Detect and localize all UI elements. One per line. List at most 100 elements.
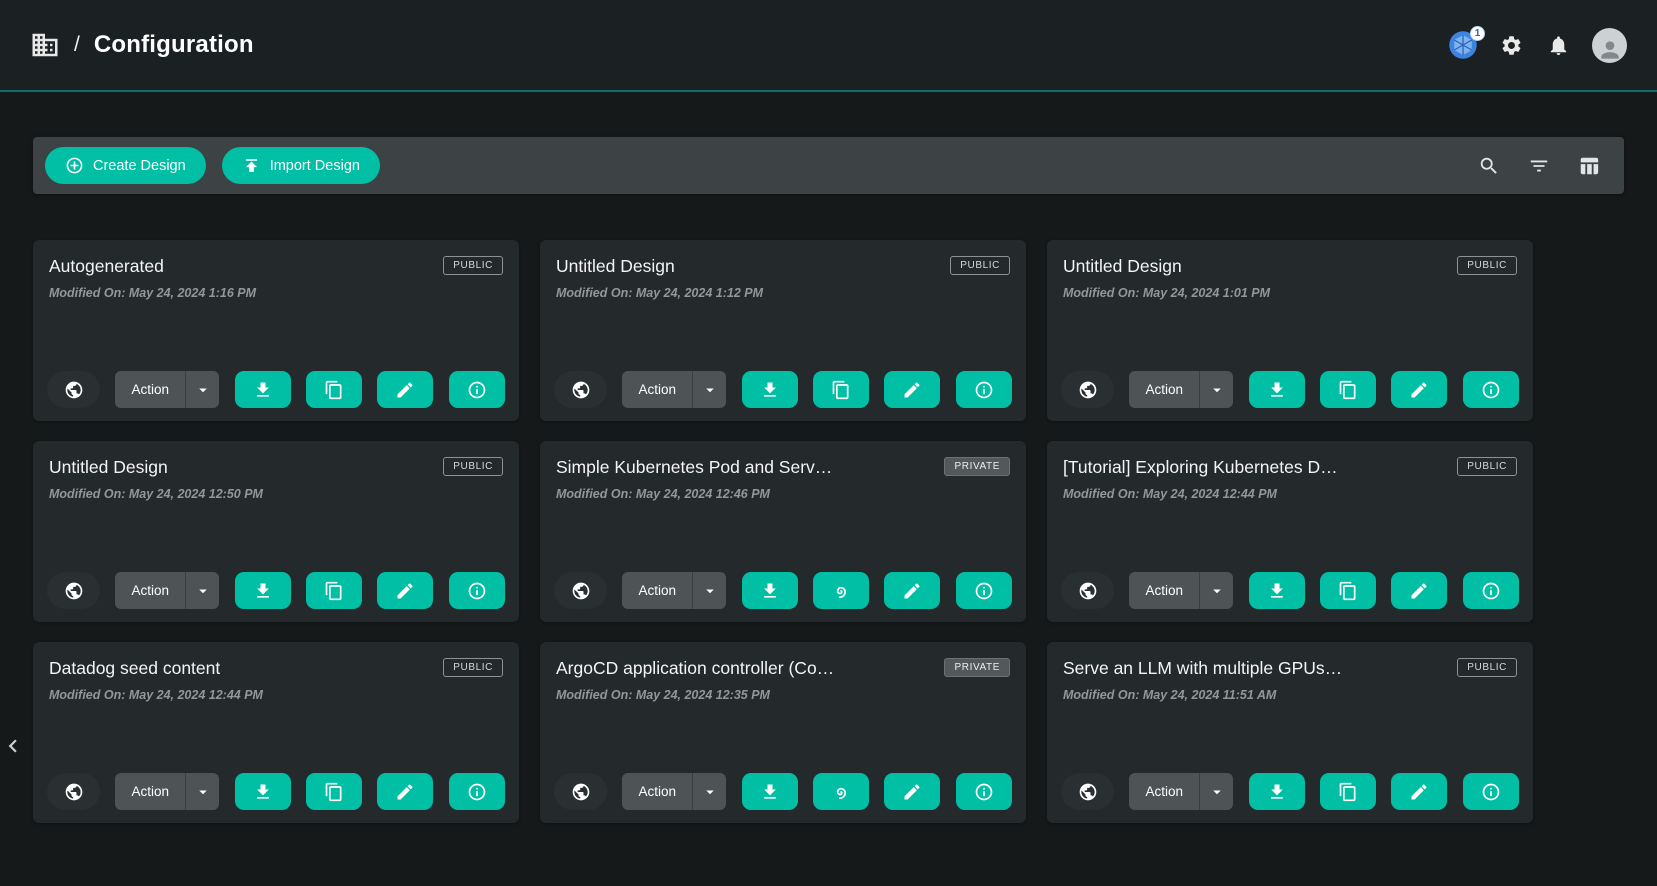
action-dropdown-caret[interactable] xyxy=(186,773,219,810)
edit-button[interactable] xyxy=(377,773,433,810)
action-button-label[interactable]: Action xyxy=(1129,773,1200,810)
edit-button[interactable] xyxy=(884,371,940,408)
clone-button[interactable] xyxy=(306,572,362,609)
info-button[interactable] xyxy=(449,371,505,408)
designs-toolbar: Create Design Import Design xyxy=(33,137,1624,194)
download-button[interactable] xyxy=(235,773,291,810)
action-button-label[interactable]: Action xyxy=(115,773,186,810)
edit-button[interactable] xyxy=(377,371,433,408)
action-button-label[interactable]: Action xyxy=(622,773,693,810)
card-actions: Action xyxy=(1061,773,1519,810)
visibility-badge: PRIVATE xyxy=(944,658,1010,677)
visibility-globe-button[interactable] xyxy=(1061,773,1114,810)
globe-icon xyxy=(1078,380,1098,400)
action-split-button[interactable]: Action xyxy=(1129,371,1233,408)
drawer-collapse-button[interactable] xyxy=(0,733,26,759)
design-title: Untitled Design xyxy=(1063,256,1182,277)
action-split-button[interactable]: Action xyxy=(115,572,219,609)
edit-button[interactable] xyxy=(884,572,940,609)
action-dropdown-caret[interactable] xyxy=(186,572,219,609)
download-button[interactable] xyxy=(1249,572,1305,609)
action-split-button[interactable]: Action xyxy=(622,371,726,408)
info-button[interactable] xyxy=(956,371,1012,408)
clone-button[interactable] xyxy=(813,371,869,408)
clone-button[interactable] xyxy=(1320,371,1376,408)
download-button[interactable] xyxy=(235,572,291,609)
design-workflow-button[interactable] xyxy=(813,572,869,609)
download-button[interactable] xyxy=(1249,371,1305,408)
create-design-button[interactable]: Create Design xyxy=(45,147,206,184)
settings-button[interactable] xyxy=(1498,32,1525,59)
action-dropdown-caret[interactable] xyxy=(693,371,726,408)
globe-icon xyxy=(64,581,84,601)
design-workflow-button[interactable] xyxy=(813,773,869,810)
visibility-globe-button[interactable] xyxy=(47,371,100,408)
action-button-label[interactable]: Action xyxy=(115,572,186,609)
clone-button[interactable] xyxy=(1320,773,1376,810)
user-avatar[interactable] xyxy=(1592,28,1627,63)
action-dropdown-caret[interactable] xyxy=(693,572,726,609)
action-button-label[interactable]: Action xyxy=(1129,572,1200,609)
download-button[interactable] xyxy=(742,572,798,609)
design-card: Autogenerated PUBLIC Modified On: May 24… xyxy=(33,240,519,421)
visibility-globe-button[interactable] xyxy=(1061,572,1114,609)
action-dropdown-caret[interactable] xyxy=(186,371,219,408)
visibility-globe-button[interactable] xyxy=(1061,371,1114,408)
card-actions: Action xyxy=(47,371,505,408)
search-button[interactable] xyxy=(1476,153,1502,179)
meshery-cloud-icon[interactable]: 1 xyxy=(1448,30,1478,60)
action-dropdown-caret[interactable] xyxy=(693,773,726,810)
filter-button[interactable] xyxy=(1526,153,1552,179)
clone-button[interactable] xyxy=(306,371,362,408)
action-split-button[interactable]: Action xyxy=(1129,572,1233,609)
action-button-label[interactable]: Action xyxy=(115,371,186,408)
visibility-globe-button[interactable] xyxy=(554,371,607,408)
action-dropdown-caret[interactable] xyxy=(1200,572,1233,609)
info-button[interactable] xyxy=(956,773,1012,810)
info-button[interactable] xyxy=(1463,572,1519,609)
design-title: ArgoCD application controller (Co… xyxy=(556,658,834,679)
design-title: Simple Kubernetes Pod and Serv… xyxy=(556,457,832,478)
action-button-label[interactable]: Action xyxy=(622,572,693,609)
visibility-globe-button[interactable] xyxy=(47,773,100,810)
import-design-button[interactable]: Import Design xyxy=(222,147,380,184)
action-split-button[interactable]: Action xyxy=(115,371,219,408)
info-icon xyxy=(467,782,487,802)
visibility-badge: PUBLIC xyxy=(1457,256,1517,275)
action-button-label[interactable]: Action xyxy=(622,371,693,408)
info-button[interactable] xyxy=(449,572,505,609)
modified-date: Modified On: May 24, 2024 1:16 PM xyxy=(49,286,503,300)
info-button[interactable] xyxy=(1463,773,1519,810)
action-split-button[interactable]: Action xyxy=(115,773,219,810)
notifications-button[interactable] xyxy=(1545,32,1572,59)
download-icon xyxy=(253,380,273,400)
visibility-globe-button[interactable] xyxy=(554,773,607,810)
action-split-button[interactable]: Action xyxy=(622,572,726,609)
visibility-globe-button[interactable] xyxy=(47,572,100,609)
edit-button[interactable] xyxy=(1391,572,1447,609)
table-view-button[interactable] xyxy=(1576,153,1602,179)
download-button[interactable] xyxy=(742,773,798,810)
edit-button[interactable] xyxy=(884,773,940,810)
clone-button[interactable] xyxy=(1320,572,1376,609)
info-button[interactable] xyxy=(449,773,505,810)
clone-button[interactable] xyxy=(306,773,362,810)
download-button[interactable] xyxy=(235,371,291,408)
info-button[interactable] xyxy=(1463,371,1519,408)
edit-button[interactable] xyxy=(377,572,433,609)
info-button[interactable] xyxy=(956,572,1012,609)
visibility-globe-button[interactable] xyxy=(554,572,607,609)
card-actions: Action xyxy=(1061,572,1519,609)
action-dropdown-caret[interactable] xyxy=(1200,773,1233,810)
design-title: Untitled Design xyxy=(49,457,168,478)
action-dropdown-caret[interactable] xyxy=(1200,371,1233,408)
action-button-label[interactable]: Action xyxy=(1129,371,1200,408)
download-button[interactable] xyxy=(742,371,798,408)
download-button[interactable] xyxy=(1249,773,1305,810)
edit-button[interactable] xyxy=(1391,773,1447,810)
design-card: Datadog seed content PUBLIC Modified On:… xyxy=(33,642,519,823)
action-split-button[interactable]: Action xyxy=(622,773,726,810)
action-split-button[interactable]: Action xyxy=(1129,773,1233,810)
organization-building-icon[interactable] xyxy=(30,30,60,60)
edit-button[interactable] xyxy=(1391,371,1447,408)
